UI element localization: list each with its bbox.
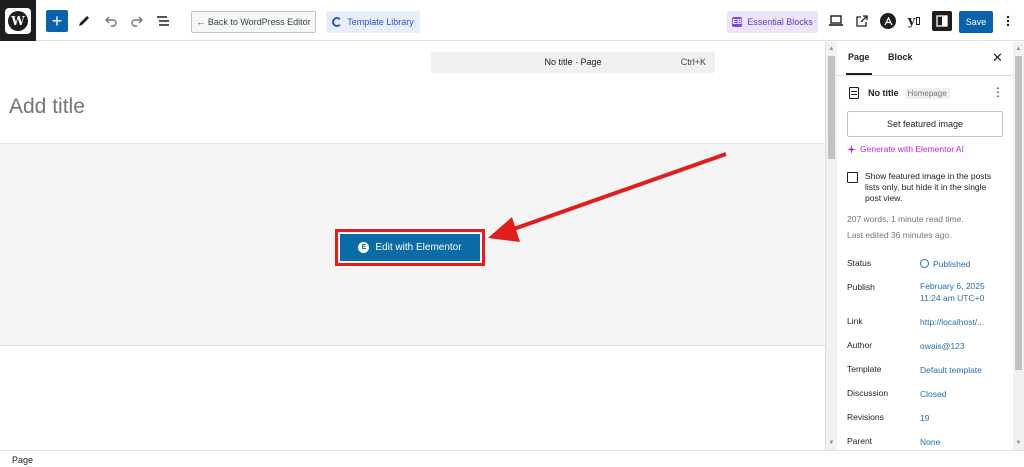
read-time-text: 207 words, 1 minute read time. bbox=[847, 214, 964, 224]
scroll-down-icon[interactable]: ▼ bbox=[826, 438, 837, 448]
canvas-scrollbar[interactable]: ▲ ▼ bbox=[825, 42, 837, 450]
discussion-value[interactable]: Closed bbox=[920, 388, 946, 400]
generate-with-elementor-ai-link[interactable]: Generate with Elementor AI bbox=[847, 144, 964, 154]
options-more-icon[interactable] bbox=[998, 11, 1018, 31]
sidebar-tabs: Page Block ✕ bbox=[837, 42, 1013, 76]
essential-blocks-button[interactable]: EB Essential Blocks bbox=[727, 11, 818, 33]
scroll-up-icon[interactable]: ▲ bbox=[826, 44, 837, 54]
preview-desktop-icon[interactable] bbox=[826, 11, 846, 31]
document-overview-icon[interactable] bbox=[153, 11, 173, 31]
settings-sidebar: Page Block ✕ No title Homepage ⋮ Set fea… bbox=[837, 42, 1013, 450]
author-label: Author bbox=[847, 340, 873, 350]
template-library-button[interactable]: Template Library bbox=[326, 11, 420, 33]
save-button[interactable]: Save bbox=[959, 11, 993, 33]
publish-label: Publish bbox=[847, 282, 875, 292]
settings-sidebar-toggle-icon[interactable] bbox=[932, 11, 952, 31]
back-to-wordpress-editor-button[interactable]: ← Back to WordPress Editor bbox=[191, 11, 316, 33]
revisions-value[interactable]: 19 bbox=[920, 412, 929, 424]
homepage-badge: Homepage bbox=[904, 87, 950, 99]
document-actions-icon[interactable]: ⋮ bbox=[992, 85, 1004, 99]
undo-icon[interactable] bbox=[101, 11, 121, 31]
tab-page[interactable]: Page bbox=[846, 52, 871, 75]
sidebar-scroll-up-icon[interactable]: ▲ bbox=[1013, 44, 1024, 54]
close-icon[interactable]: ✕ bbox=[992, 50, 1003, 66]
discussion-label: Discussion bbox=[847, 388, 889, 398]
permalink-value[interactable]: http://localhost/... bbox=[920, 316, 984, 328]
sidebar-scroll-thumb[interactable] bbox=[1015, 56, 1022, 370]
tab-block[interactable]: Block bbox=[888, 52, 913, 62]
template-value[interactable]: Default template bbox=[920, 364, 982, 376]
canvas-scroll-thumb[interactable] bbox=[828, 56, 835, 159]
featured-image-visibility-option: Show featured image in the posts lists o… bbox=[847, 171, 1003, 204]
last-edited-text: Last edited 36 minutes ago. bbox=[847, 230, 952, 240]
template-label: Template bbox=[847, 364, 882, 374]
pencil-tools-icon[interactable] bbox=[74, 11, 94, 31]
published-status-icon bbox=[920, 259, 929, 268]
annotation-arrow bbox=[488, 152, 727, 242]
editor-footer: Page bbox=[0, 450, 1024, 467]
view-page-external-icon[interactable] bbox=[852, 11, 872, 31]
add-block-button[interactable]: + bbox=[46, 10, 68, 32]
plugin-a-icon[interactable] bbox=[878, 11, 898, 31]
site-logo-button[interactable]: W bbox=[0, 0, 36, 41]
publish-date-value[interactable]: February 6, 2025 11:24 am UTC+0 bbox=[920, 280, 985, 304]
page-icon bbox=[849, 87, 859, 99]
author-value[interactable]: owais@123 bbox=[920, 340, 965, 352]
set-featured-image-button[interactable]: Set featured image bbox=[847, 111, 1003, 137]
sidebar-scrollbar[interactable]: ▲ ▼ bbox=[1013, 42, 1024, 450]
featured-image-visibility-checkbox[interactable] bbox=[847, 172, 858, 183]
document-summary: No title Homepage ⋮ bbox=[849, 85, 1004, 101]
footer-breadcrumb[interactable]: Page bbox=[12, 455, 33, 465]
wordpress-logo-icon: W bbox=[5, 7, 31, 34]
status-value[interactable]: Published bbox=[920, 258, 970, 270]
sidebar-scroll-down-icon[interactable]: ▼ bbox=[1013, 438, 1024, 448]
link-label: Link bbox=[847, 316, 863, 326]
template-library-icon bbox=[332, 17, 343, 27]
parent-value[interactable]: None bbox=[920, 436, 940, 448]
document-title: No title bbox=[868, 88, 899, 98]
yoast-seo-icon[interactable]: y bbox=[904, 11, 924, 31]
checkbox-label: Show featured image in the posts lists o… bbox=[865, 171, 992, 203]
redo-icon[interactable] bbox=[127, 11, 147, 31]
sparkle-icon bbox=[847, 144, 856, 154]
editor-toolbar: W + ← Back to WordPress Editor Template … bbox=[0, 0, 1024, 41]
editor-canvas: No title · Page Ctrl+K Add title E Edit … bbox=[0, 42, 825, 450]
status-label: Status bbox=[847, 258, 872, 268]
parent-label: Parent bbox=[847, 436, 873, 446]
essential-blocks-icon: EB bbox=[732, 17, 743, 27]
revisions-label: Revisions bbox=[847, 412, 884, 422]
